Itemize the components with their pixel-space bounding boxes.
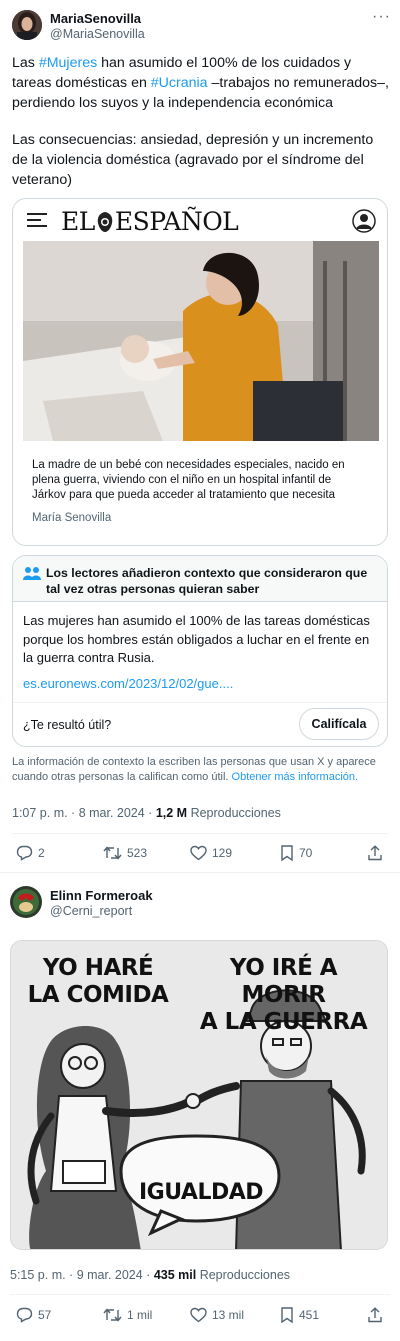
avatar[interactable]	[12, 10, 42, 40]
helpful-question: ¿Te resultó útil?	[23, 718, 112, 732]
like-count: 129	[212, 846, 233, 860]
hamburger-icon[interactable]	[27, 211, 49, 229]
reply-icon	[16, 1307, 33, 1323]
logo-text-right: ESPAÑOL	[114, 207, 239, 236]
tweet-timestamp: 1:07 p. m. · 8 mar. 2024 · 1,2 M Reprodu…	[12, 806, 281, 820]
site-logo: EL ESPAÑOL	[61, 207, 239, 236]
divider	[10, 1294, 390, 1295]
repost-icon	[103, 1308, 122, 1322]
user-icon[interactable]	[352, 209, 376, 233]
reply-icon	[16, 845, 33, 861]
tweet-text: Las #Mujeres han asumido el 100% de los …	[12, 53, 390, 113]
avatar[interactable]	[10, 886, 42, 918]
views-count: 1,2 M	[155, 806, 188, 820]
views-count: 435 mil	[153, 1268, 197, 1282]
repost-icon	[103, 846, 122, 860]
like-count: 13 mil	[212, 1308, 245, 1322]
share-icon	[368, 845, 382, 861]
tweet-text-paragraph: Las consecuencias: ansiedad, depresión y…	[12, 132, 374, 188]
lion-logo-icon	[95, 210, 115, 232]
poster-right-line2: A LA GUERRA	[199, 1009, 368, 1035]
repost-count: 523	[127, 846, 148, 860]
text-segment: Las	[12, 55, 39, 71]
handle[interactable]: @MariaSenovilla	[50, 27, 145, 41]
divider	[0, 872, 400, 873]
poster-right-line1: YO IRÉ A MORIR	[229, 955, 338, 1008]
hashtag-link[interactable]: #Mujeres	[39, 55, 97, 71]
tweet-timestamp: 5:15 p. m. · 9 mar. 2024 · 435 mil Repro…	[10, 1268, 290, 1282]
note-info-text: La información de contexto la escriben l…	[12, 755, 390, 785]
community-note-body: Las mujeres han asumido el 100% de las t…	[23, 613, 370, 665]
heart-icon	[190, 845, 207, 861]
cartoon-image[interactable]: YO HARÉ LA COMIDA YO IRÉ A MORIR A LA GU…	[10, 940, 388, 1250]
reply-count: 57	[38, 1308, 52, 1322]
share-button[interactable]	[367, 845, 383, 861]
hashtag-link[interactable]: #Ucrania	[151, 75, 208, 91]
bookmark-count: 451	[299, 1308, 320, 1322]
repost-button[interactable]: 1 mil	[103, 1307, 152, 1323]
poster-left-line2: LA COMIDA	[27, 982, 169, 1008]
reply-count: 2	[38, 846, 45, 860]
poster-right-text: YO IRÉ A MORIR A LA GUERRA	[186, 955, 381, 1036]
poster-bubble-text: IGUALDAD	[138, 1180, 264, 1205]
rate-button[interactable]: Califícala	[299, 708, 379, 740]
article-card[interactable]: EL ESPAÑOL La madre de un bebé con necesi…	[12, 198, 388, 546]
photo-credit: María Senovilla	[32, 512, 112, 524]
poster-left-line1: YO HARÉ	[42, 955, 154, 981]
like-button[interactable]: 13 mil	[190, 1307, 244, 1323]
views-label: Reproducciones	[187, 806, 281, 820]
repost-button[interactable]: 523	[103, 845, 147, 861]
bookmark-icon	[281, 1307, 293, 1323]
views-label: Reproducciones	[196, 1268, 291, 1282]
photo-caption: La madre de un bebé con necesidades espe…	[32, 459, 345, 501]
repost-count: 1 mil	[127, 1308, 153, 1322]
community-note-link[interactable]: es.euronews.com/2023/12/02/gue....	[23, 676, 233, 691]
share-icon	[368, 1307, 382, 1323]
community-note-header: Los lectores añadieron contexto que cons…	[13, 556, 387, 602]
display-name[interactable]: Elinn Formeroak	[50, 888, 153, 903]
heart-icon	[190, 1307, 207, 1323]
article-photo[interactable]	[23, 241, 379, 441]
timestamp[interactable]: 1:07 p. m. · 8 mar. 2024 ·	[12, 806, 156, 820]
divider	[13, 702, 387, 703]
share-button[interactable]	[367, 1307, 383, 1323]
bookmark-icon	[281, 845, 293, 861]
bookmark-button[interactable]: 70	[280, 845, 312, 861]
like-button[interactable]: 129	[190, 845, 232, 861]
bookmark-count: 70	[299, 846, 313, 860]
display-name[interactable]: MariaSenovilla	[50, 11, 141, 26]
bookmark-button[interactable]: 451	[280, 1307, 319, 1323]
handle[interactable]: @Cerni_report	[50, 904, 132, 918]
more-options-icon[interactable]: ···	[372, 8, 391, 26]
people-icon	[23, 565, 41, 581]
divider	[12, 833, 388, 834]
learn-more-link[interactable]: Obtener más información.	[232, 771, 359, 783]
reply-button[interactable]: 57	[16, 1307, 51, 1323]
timestamp[interactable]: 5:15 p. m. · 9 mar. 2024 ·	[10, 1268, 154, 1282]
community-note-title: Los lectores añadieron contexto que cons…	[46, 566, 368, 596]
poster-left-text: YO HARÉ LA COMIDA	[23, 955, 173, 1009]
reply-button[interactable]: 2	[16, 845, 45, 861]
logo-text-left: EL	[61, 207, 95, 236]
community-note: Los lectores añadieron contexto que cons…	[12, 555, 388, 747]
